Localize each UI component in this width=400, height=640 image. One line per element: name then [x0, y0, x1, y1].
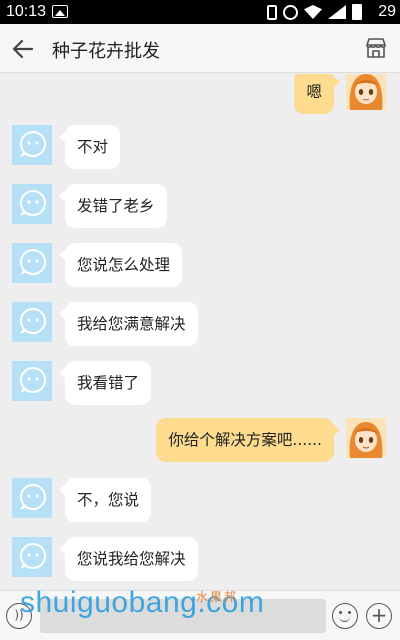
- signal-icon: [328, 5, 346, 19]
- chat-bot-icon: [12, 302, 52, 342]
- store-icon[interactable]: [364, 36, 388, 60]
- message-input-bar: )) +: [0, 590, 400, 640]
- alarm-icon: [283, 4, 298, 20]
- message-bubble-incoming[interactable]: 发错了老乡: [59, 184, 167, 228]
- vibrate-icon: [267, 4, 277, 20]
- chat-bot-icon: [12, 537, 52, 577]
- seller-avatar[interactable]: [12, 302, 52, 342]
- chat-message-list[interactable]: 嗯 不对 发错了老乡 您说怎么处理 我给您满意解决 我看错了 你给个解决方案吧.…: [0, 74, 400, 590]
- seller-avatar[interactable]: [12, 478, 52, 518]
- chat-bot-icon: [12, 243, 52, 283]
- seller-avatar[interactable]: [12, 243, 52, 283]
- wifi-icon: [304, 5, 322, 19]
- message-bubble-incoming[interactable]: 您说我给您解决: [59, 537, 198, 581]
- message-row-incoming: 我看错了: [0, 361, 400, 405]
- message-input[interactable]: [40, 599, 326, 633]
- message-row-incoming: 不对: [0, 125, 400, 169]
- plus-icon[interactable]: +: [366, 603, 392, 629]
- message-bubble-outgoing[interactable]: 嗯: [294, 74, 340, 114]
- message-row-incoming: 我给您满意解决: [0, 302, 400, 346]
- seller-avatar[interactable]: [12, 537, 52, 577]
- app-bar: 种子花卉批发: [0, 24, 400, 73]
- user-avatar[interactable]: [346, 418, 386, 458]
- message-row-incoming: 您说我给您解决: [0, 537, 400, 581]
- message-row-outgoing: 嗯: [0, 74, 400, 114]
- seller-avatar[interactable]: [12, 184, 52, 224]
- message-bubble-outgoing[interactable]: 你给个解决方案吧......: [156, 418, 340, 462]
- status-bar: 10:13 29: [0, 0, 400, 24]
- emoji-icon[interactable]: [332, 603, 358, 629]
- chat-bot-icon: [12, 478, 52, 518]
- message-bubble-incoming[interactable]: 我看错了: [58, 361, 152, 405]
- battery-icon: [352, 4, 362, 20]
- battery-level: 29: [378, 3, 396, 20]
- girl-avatar-icon: [346, 74, 386, 110]
- clock-time: 10:13: [6, 3, 47, 20]
- image-notification-icon: [52, 5, 68, 18]
- message-bubble-incoming[interactable]: 您说怎么处理: [58, 243, 183, 287]
- girl-avatar-icon: [346, 418, 386, 458]
- status-icons: [267, 4, 362, 20]
- message-row-incoming: 您说怎么处理: [0, 243, 400, 287]
- chat-bot-icon: [12, 125, 52, 165]
- user-avatar[interactable]: [346, 74, 386, 110]
- message-bubble-incoming[interactable]: 我给您满意解决: [59, 302, 198, 346]
- message-row-incoming: 不，您说: [0, 478, 400, 522]
- message-bubble-incoming[interactable]: 不，您说: [58, 478, 152, 522]
- voice-icon[interactable]: )): [6, 603, 32, 629]
- message-bubble-incoming[interactable]: 不对: [58, 125, 121, 169]
- chat-bot-icon: [12, 184, 52, 224]
- seller-avatar[interactable]: [12, 361, 52, 401]
- message-row-incoming: 发错了老乡: [0, 184, 400, 228]
- chat-bot-icon: [12, 361, 52, 401]
- message-row-outgoing: 你给个解决方案吧......: [0, 418, 400, 462]
- seller-avatar[interactable]: [12, 125, 52, 165]
- arrow-left-icon[interactable]: [10, 36, 36, 62]
- chat-title: 种子花卉批发: [52, 41, 160, 62]
